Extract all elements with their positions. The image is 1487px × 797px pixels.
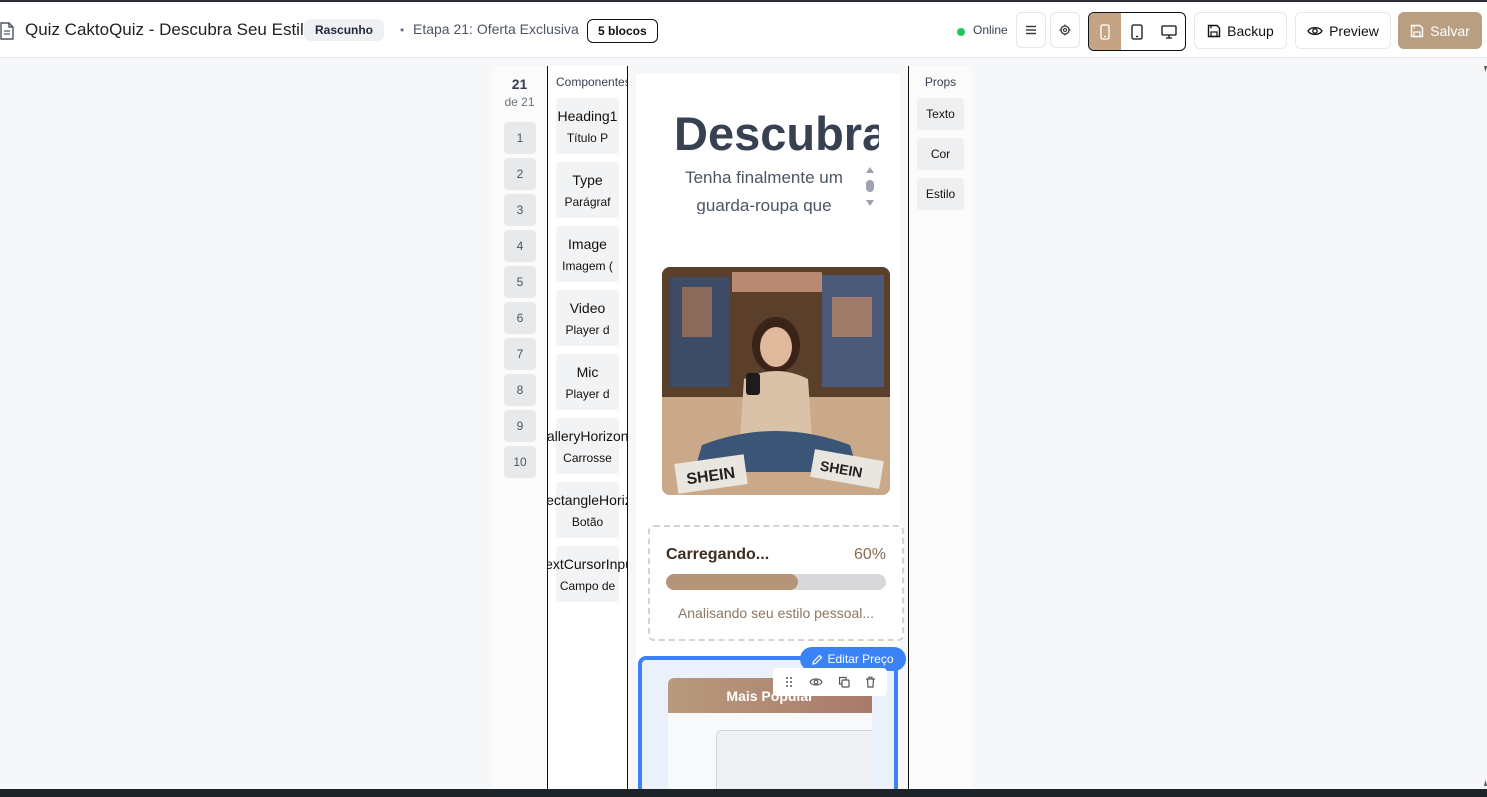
props-title: Props — [924, 75, 957, 89]
component-paragraph[interactable]: Type Parágraf — [556, 162, 619, 218]
mobile-view-button[interactable] — [1089, 13, 1121, 50]
prop-text-button[interactable]: Texto — [917, 98, 964, 130]
step-button[interactable]: 4 — [504, 230, 536, 262]
save-button[interactable]: Salvar — [1398, 12, 1482, 49]
prop-color-button[interactable]: Cor — [917, 138, 964, 170]
price-card-body — [716, 730, 872, 789]
total-steps-label: de 21 — [504, 95, 535, 109]
quiz-title: Quiz CaktoQuiz - Descubra Seu Estilo — [25, 20, 314, 39]
step-button[interactable]: 3 — [504, 194, 536, 226]
component-input[interactable]: TextCursorInput Campo de — [548, 546, 627, 602]
component-description: Parágraf — [564, 195, 611, 209]
editor-header: Quiz CaktoQuiz - Descubra Seu Estilo Ras… — [0, 2, 1487, 58]
hero-image[interactable]: SHEIN SHEIN — [662, 267, 890, 495]
components-panel: Componentes Heading1 Título P Type Parág… — [548, 66, 627, 789]
menu-button[interactable] — [1016, 12, 1046, 48]
step-button[interactable]: 8 — [504, 374, 536, 406]
save-disk-icon — [1410, 24, 1424, 37]
drag-handle-icon[interactable] — [784, 676, 794, 688]
backup-button[interactable]: Backup — [1194, 12, 1287, 49]
component-heading[interactable]: Heading1 Título P — [556, 98, 619, 154]
component-audio[interactable]: Mic Player d — [556, 354, 619, 410]
smartphone-icon — [1100, 23, 1110, 40]
step-bullet: • — [400, 23, 405, 37]
component-description: Player d — [565, 387, 610, 401]
component-name: GalleryHorizontal — [548, 428, 627, 444]
loading-block[interactable]: Carregando... 60% Analisando seu estilo … — [648, 525, 904, 641]
trash-icon[interactable] — [865, 676, 876, 688]
hero-subtitle[interactable]: Tenha finalmente um guarda-roupa que — [674, 164, 854, 214]
component-description: Título P — [566, 131, 609, 145]
blocks-count-badge: 5 blocos — [587, 19, 658, 43]
component-description: Botão — [571, 515, 604, 529]
component-carousel[interactable]: GalleryHorizontal Carrosse — [548, 418, 627, 474]
monitor-icon — [1161, 24, 1177, 39]
step-button[interactable]: 5 — [504, 266, 536, 298]
edit-price-label: Editar Preço — [827, 652, 894, 666]
props-panel: Props Texto Cor Estilo — [909, 66, 972, 789]
loading-title: Carregando... — [666, 546, 770, 563]
text-scroll-control[interactable] — [864, 166, 876, 212]
hero-heading[interactable]: Descubra — [674, 106, 879, 161]
online-status-dot — [957, 28, 965, 36]
loading-percent: 60% — [853, 546, 886, 563]
tablet-view-button[interactable] — [1121, 13, 1153, 50]
component-description: Carrosse — [563, 451, 612, 465]
component-description: Campo de — [559, 579, 616, 593]
component-name: Mic — [576, 364, 599, 380]
duplicate-icon[interactable] — [838, 676, 850, 688]
save-label: Salvar — [1430, 22, 1470, 39]
gear-icon — [1059, 24, 1071, 36]
step-button[interactable]: 7 — [504, 338, 536, 370]
component-video[interactable]: Video Player d — [556, 290, 619, 346]
tablet-icon — [1131, 23, 1143, 40]
component-image[interactable]: Image Imagem ( — [556, 226, 619, 282]
loading-subtitle: Analisando seu estilo pessoal... — [677, 605, 875, 621]
save-disk-icon — [1207, 24, 1221, 37]
preview-label: Preview — [1329, 22, 1379, 39]
desktop-view-button[interactable] — [1153, 13, 1185, 50]
step-button[interactable]: 9 — [504, 410, 536, 442]
components-title: Componentes — [556, 75, 627, 89]
current-step-number: 21 — [511, 76, 528, 92]
preview-button[interactable]: Preview — [1295, 12, 1391, 49]
online-status-label: Online — [973, 23, 1008, 37]
component-name: TextCursorInput — [548, 556, 627, 572]
device-switcher — [1088, 12, 1186, 51]
step-button[interactable]: 2 — [504, 158, 536, 190]
step-button[interactable]: 6 — [504, 302, 536, 334]
component-name: Type — [572, 172, 603, 188]
eye-icon — [1307, 26, 1323, 35]
component-name: Video — [569, 300, 606, 316]
steps-sidebar: 21 de 21 1 2 3 4 5 6 7 8 9 10 — [492, 66, 547, 789]
block-toolbar — [773, 668, 887, 696]
component-name: RectangleHorizontal — [548, 492, 627, 508]
document-icon — [0, 22, 14, 40]
component-description: Imagem ( — [562, 259, 613, 273]
step-button[interactable]: 10 — [504, 446, 536, 478]
component-name: Image — [568, 236, 607, 252]
component-description: Player d — [565, 323, 610, 337]
menu-icon — [1026, 25, 1036, 35]
progress-fill — [666, 574, 798, 590]
window-bottom-bar — [0, 789, 1487, 797]
eye-icon[interactable] — [809, 677, 823, 687]
component-name: Heading1 — [557, 108, 618, 124]
pencil-icon — [812, 654, 823, 665]
current-step-label: Etapa 21: Oferta Exclusiva — [413, 21, 579, 37]
draft-badge: Rascunho — [304, 19, 385, 41]
step-button[interactable]: 1 — [504, 122, 536, 154]
prop-style-button[interactable]: Estilo — [917, 178, 964, 210]
component-button[interactable]: RectangleHorizontal Botão — [548, 482, 627, 538]
settings-button[interactable] — [1050, 12, 1080, 48]
backup-label: Backup — [1227, 22, 1274, 39]
progress-track — [666, 574, 886, 590]
